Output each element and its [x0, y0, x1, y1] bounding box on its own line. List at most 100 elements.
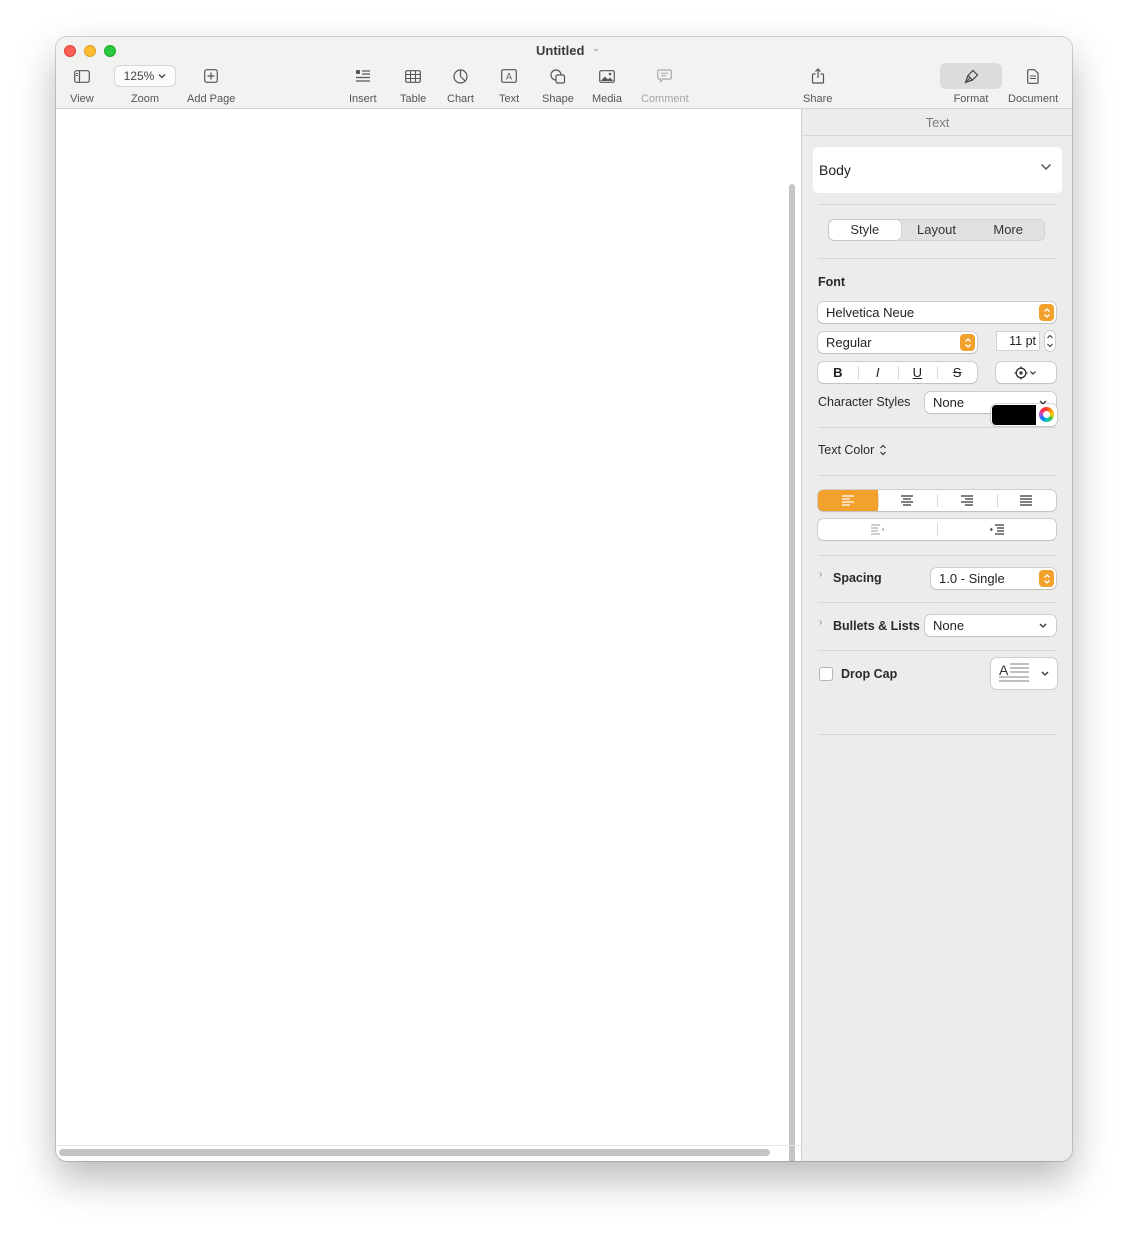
divider: [818, 734, 1056, 735]
document-canvas[interactable]: [56, 109, 801, 1161]
font-family-popup[interactable]: Helvetica Neue: [818, 302, 1056, 323]
close-button[interactable]: [64, 45, 76, 57]
chevron-down-icon: [1040, 163, 1052, 171]
divider: [818, 427, 1056, 428]
spacing-label[interactable]: Spacing: [833, 571, 882, 585]
insert-icon: [355, 63, 371, 89]
bullets-lists-popup[interactable]: None: [925, 615, 1056, 636]
pages-window: Untitled ⌄ View 125% Zoom Add Page Inser…: [56, 37, 1072, 1161]
divider: [818, 204, 1056, 205]
table-icon: [405, 63, 422, 89]
drop-cap-style-popup[interactable]: A: [991, 658, 1057, 689]
up-down-chevron-icon: [960, 334, 975, 351]
minimize-button[interactable]: [84, 45, 96, 57]
document-button[interactable]: Document: [1008, 63, 1058, 105]
titlebar: Untitled ⌄ View 125% Zoom Add Page Inser…: [56, 37, 1072, 109]
comment-button[interactable]: Comment: [641, 63, 689, 105]
shape-icon: [550, 63, 566, 89]
align-right-button[interactable]: [937, 490, 997, 511]
font-family-value: Helvetica Neue: [826, 305, 915, 320]
spacing-popup[interactable]: 1.0 - Single: [931, 568, 1056, 589]
paragraph-style-value: Body: [819, 162, 851, 178]
add-page-icon: [204, 63, 219, 89]
zoom-popup[interactable]: 125%: [114, 65, 176, 87]
vertical-scrollbar[interactable]: [789, 184, 795, 1161]
up-down-chevron-icon: [1039, 304, 1054, 321]
bullets-disclosure-icon[interactable]: ›: [819, 617, 822, 628]
tab-layout[interactable]: Layout: [901, 220, 973, 240]
text-color-well[interactable]: [991, 404, 1057, 426]
title-chevron-icon[interactable]: ⌄: [592, 43, 600, 54]
bullets-lists-value: None: [933, 618, 965, 633]
italic-button[interactable]: I: [857, 362, 898, 383]
typeface-value: Regular: [826, 335, 872, 350]
justify-button[interactable]: [996, 490, 1057, 511]
share-label: Share: [803, 93, 833, 105]
align-left-button[interactable]: [818, 490, 878, 511]
font-section-label: Font: [818, 275, 846, 289]
strikethrough-button[interactable]: S: [937, 362, 977, 383]
document-icon: [1027, 63, 1039, 89]
chart-icon: [453, 63, 468, 89]
shape-button[interactable]: Shape: [542, 63, 574, 105]
view-label: View: [70, 93, 94, 105]
share-icon: [811, 63, 825, 89]
font-size-field[interactable]: 11 pt: [996, 331, 1040, 351]
zoom-label: Zoom: [130, 93, 160, 105]
typeface-popup[interactable]: Regular: [818, 332, 977, 353]
paragraph-style-popup[interactable]: Body: [813, 147, 1062, 193]
alignment-buttons: [818, 490, 1056, 511]
increase-indent-button[interactable]: [937, 519, 1056, 540]
align-center-button[interactable]: [877, 490, 938, 511]
drop-cap-preview-icon: A: [999, 662, 1029, 682]
view-button[interactable]: View: [70, 63, 94, 105]
underline-button[interactable]: U: [897, 362, 938, 383]
gear-icon: [996, 362, 1056, 383]
drop-cap-label[interactable]: Drop Cap: [841, 667, 897, 681]
advanced-options-button[interactable]: [996, 362, 1056, 383]
maximize-button[interactable]: [104, 45, 116, 57]
svg-text:A: A: [999, 662, 1009, 678]
horizontal-scrollbar[interactable]: [59, 1149, 770, 1156]
chart-label: Chart: [447, 93, 474, 105]
color-wheel-icon[interactable]: [1039, 407, 1054, 422]
media-button[interactable]: Media: [592, 63, 622, 105]
zoom-value: 125%: [123, 69, 155, 83]
zoom-control[interactable]: 125% Zoom: [114, 63, 176, 105]
stepper-icon: [1044, 330, 1056, 352]
text-color-label[interactable]: Text Color: [818, 443, 874, 457]
paintbrush-icon: [964, 69, 978, 83]
add-page-label: Add Page: [187, 93, 236, 105]
decrease-indent-button[interactable]: [818, 519, 937, 540]
increase-indent-icon: [990, 524, 1004, 535]
tab-more[interactable]: More: [972, 220, 1044, 240]
table-button[interactable]: Table: [400, 63, 426, 105]
insert-label: Insert: [349, 93, 377, 105]
font-size-stepper[interactable]: [1044, 330, 1056, 352]
bold-button[interactable]: B: [818, 362, 858, 383]
character-styles-value: None: [933, 395, 965, 410]
comment-label: Comment: [641, 93, 689, 105]
spacing-disclosure-icon[interactable]: ›: [819, 569, 822, 580]
up-down-chevron-icon[interactable]: [879, 443, 887, 457]
spacing-value: 1.0 - Single: [939, 571, 1005, 586]
color-swatch[interactable]: [992, 405, 1036, 425]
comment-icon: [657, 63, 673, 89]
tab-style[interactable]: Style: [829, 220, 901, 240]
chart-button[interactable]: Chart: [447, 63, 474, 105]
text-button[interactable]: A Text: [499, 63, 519, 105]
chevron-down-icon: [158, 74, 166, 79]
divider: [818, 602, 1056, 603]
document-label: Document: [1008, 93, 1059, 105]
document-title[interactable]: Untitled: [536, 43, 584, 58]
drop-cap-checkbox[interactable]: [819, 667, 833, 681]
insert-button[interactable]: Insert: [349, 63, 377, 105]
font-style-buttons: B I U S: [818, 362, 977, 383]
add-page-button[interactable]: Add Page: [187, 63, 235, 105]
bullets-lists-label[interactable]: Bullets & Lists: [833, 619, 920, 633]
justify-icon: [1020, 495, 1033, 506]
format-button[interactable]: Format: [940, 63, 1002, 105]
shape-label: Shape: [542, 93, 574, 105]
share-button[interactable]: Share: [803, 63, 832, 105]
inspector-header: Text: [802, 109, 1072, 136]
